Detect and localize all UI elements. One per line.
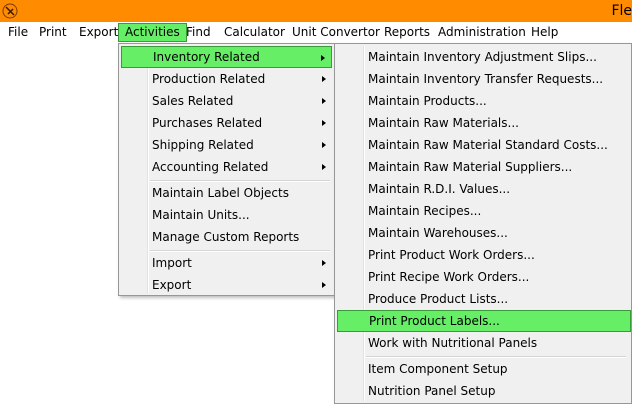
menu-administration[interactable]: Administration (432, 23, 532, 42)
menu-item-maintain-products[interactable]: Maintain Products... (337, 90, 631, 112)
app-logo-icon[interactable] (2, 3, 18, 19)
submenu-arrow-icon (322, 260, 326, 266)
menu-item-label: Maintain Label Objects (152, 186, 289, 200)
menu-item-maintain-raw-materials[interactable]: Maintain Raw Materials... (337, 112, 631, 134)
submenu-arrow-icon (322, 120, 326, 126)
menu-export[interactable]: Export (73, 23, 124, 42)
submenu-arrow-icon (322, 164, 326, 170)
menu-help[interactable]: Help (525, 23, 564, 42)
menu-item-label: Maintain Raw Material Standard Costs... (368, 138, 608, 152)
menu-item-maintain-label-objects[interactable]: Maintain Label Objects (121, 182, 332, 204)
menu-bar: File Print Export Activities Find Calcul… (0, 22, 632, 43)
menu-item-maintain-raw-material-standard-costs[interactable]: Maintain Raw Material Standard Costs... (337, 134, 631, 156)
menu-item-maintain-rdi-values[interactable]: Maintain R.D.I. Values... (337, 178, 631, 200)
menu-file[interactable]: File (2, 23, 34, 42)
menu-item-label: Maintain Inventory Transfer Requests... (368, 72, 604, 86)
menu-item-label: Maintain Raw Material Suppliers... (368, 160, 573, 174)
menu-item-item-component-setup[interactable]: Item Component Setup (337, 358, 631, 380)
submenu-arrow-icon (322, 142, 326, 148)
menu-item-label: Inventory Related (153, 50, 260, 64)
menu-item-print-recipe-work-orders[interactable]: Print Recipe Work Orders... (337, 266, 631, 288)
menu-item-label: Maintain R.D.I. Values... (368, 182, 511, 196)
inventory-submenu: Maintain Inventory Adjustment Slips... M… (334, 43, 632, 404)
menu-print[interactable]: Print (33, 23, 73, 42)
menu-item-maintain-inventory-adjustment-slips[interactable]: Maintain Inventory Adjustment Slips... (337, 46, 631, 68)
menu-item-nutrition-panel-setup[interactable]: Nutrition Panel Setup (337, 380, 631, 402)
menu-item-label: Maintain Inventory Adjustment Slips... (368, 50, 597, 64)
menu-item-inventory-related[interactable]: Inventory Related (121, 46, 332, 68)
menu-item-manage-custom-reports[interactable]: Manage Custom Reports (121, 226, 332, 248)
menu-item-export[interactable]: Export (121, 274, 332, 296)
menu-item-accounting-related[interactable]: Accounting Related (121, 156, 332, 178)
menu-reports[interactable]: Reports (378, 23, 436, 42)
menu-item-label: Accounting Related (152, 160, 269, 174)
menu-item-sales-related[interactable]: Sales Related (121, 90, 332, 112)
menu-item-label: Export (152, 278, 192, 292)
menu-item-label: Maintain Products... (368, 94, 487, 108)
menu-item-label: Shipping Related (152, 138, 254, 152)
menu-item-label: Work with Nutritional Panels (368, 336, 538, 350)
menu-item-produce-product-lists[interactable]: Produce Product Lists... (337, 288, 631, 310)
menu-item-print-product-labels[interactable]: Print Product Labels... (337, 310, 631, 332)
menu-item-label: Maintain Warehouses... (368, 226, 508, 240)
menu-item-purchases-related[interactable]: Purchases Related (121, 112, 332, 134)
menu-item-maintain-units[interactable]: Maintain Units... (121, 204, 332, 226)
menu-item-label: Maintain Raw Materials... (368, 116, 519, 130)
menu-find[interactable]: Find (180, 23, 217, 42)
menu-item-maintain-warehouses[interactable]: Maintain Warehouses... (337, 222, 631, 244)
menu-calculator[interactable]: Calculator (218, 23, 291, 42)
submenu-arrow-icon (322, 98, 326, 104)
submenu-arrow-icon (322, 282, 326, 288)
menu-item-label: Nutrition Panel Setup (368, 384, 496, 398)
menu-item-label: Print Product Work Orders... (368, 248, 535, 262)
menu-activities[interactable]: Activities (118, 23, 187, 42)
menu-item-label: Print Recipe Work Orders... (368, 270, 530, 284)
menu-item-import[interactable]: Import (121, 252, 332, 274)
menu-item-label: Produce Product Lists... (368, 292, 509, 306)
title-bar: Fle (0, 0, 632, 22)
menu-item-label: Item Component Setup (368, 362, 508, 376)
menu-item-label: Manage Custom Reports (152, 230, 300, 244)
menu-item-maintain-inventory-transfer-requests[interactable]: Maintain Inventory Transfer Requests... (337, 68, 631, 90)
menu-item-label: Purchases Related (152, 116, 263, 130)
menu-item-label: Maintain Recipes... (368, 204, 482, 218)
activities-menu: Inventory Related Production Related Sal… (118, 43, 335, 296)
submenu-arrow-icon (321, 55, 325, 61)
menu-item-maintain-raw-material-suppliers[interactable]: Maintain Raw Material Suppliers... (337, 156, 631, 178)
menu-item-label: Import (152, 256, 192, 270)
menu-item-production-related[interactable]: Production Related (121, 68, 332, 90)
menu-item-label: Print Product Labels... (369, 314, 500, 328)
menu-item-work-with-nutritional-panels[interactable]: Work with Nutritional Panels (337, 332, 631, 354)
menu-item-shipping-related[interactable]: Shipping Related (121, 134, 332, 156)
window-title: Fle (611, 3, 632, 19)
menu-item-print-product-work-orders[interactable]: Print Product Work Orders... (337, 244, 631, 266)
submenu-arrow-icon (322, 76, 326, 82)
menu-item-label: Sales Related (152, 94, 234, 108)
menu-item-label: Maintain Units... (152, 208, 250, 222)
menu-unit-convertor[interactable]: Unit Convertor (286, 23, 386, 42)
menu-item-label: Production Related (152, 72, 266, 86)
menu-item-maintain-recipes[interactable]: Maintain Recipes... (337, 200, 631, 222)
